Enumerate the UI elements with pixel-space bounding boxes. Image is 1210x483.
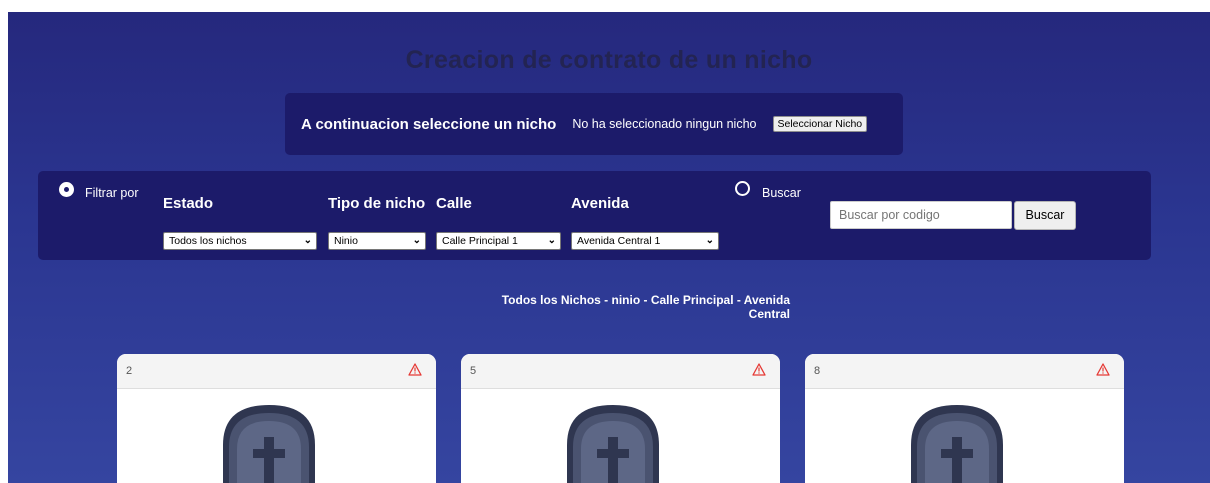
calle-select[interactable]: Calle Principal 1 ⌄ bbox=[436, 232, 561, 250]
calle-select-value: Calle Principal 1 bbox=[442, 235, 518, 247]
nicho-id: 8 bbox=[814, 365, 821, 377]
estado-select[interactable]: Todos los nichos ⌄ bbox=[163, 232, 317, 250]
tombstone-icon bbox=[911, 405, 1003, 483]
avenida-select[interactable]: Avenida Central 1 ⌄ bbox=[571, 232, 719, 250]
avenida-label: Avenida bbox=[571, 195, 629, 212]
search-radio[interactable] bbox=[735, 181, 750, 196]
selection-heading: A continuacion seleccione un nicho bbox=[301, 115, 557, 133]
tipo-nicho-label: Tipo de nicho bbox=[328, 195, 426, 212]
warning-icon bbox=[752, 363, 766, 376]
results-caption: Todos los Nichos - ninio - Calle Princip… bbox=[480, 293, 790, 321]
page-background: Creacion de contrato de un nicho A conti… bbox=[8, 12, 1210, 483]
selection-status: No ha seleccionado ningun nicho bbox=[572, 117, 757, 131]
warning-icon bbox=[408, 363, 422, 376]
card-header: 2 bbox=[117, 354, 436, 389]
tipo-nicho-select-value: Ninio bbox=[334, 235, 358, 247]
nicho-card[interactable]: 5 bbox=[461, 354, 780, 483]
filter-radio-label: Filtrar por bbox=[85, 186, 139, 200]
card-header: 8 bbox=[805, 354, 1124, 389]
estado-label: Estado bbox=[163, 195, 214, 212]
calle-label: Calle bbox=[436, 195, 472, 212]
search-button[interactable]: Buscar bbox=[1014, 201, 1076, 230]
chevron-down-icon: ⌄ bbox=[547, 235, 556, 246]
card-header: 5 bbox=[461, 354, 780, 389]
filter-panel: Filtrar por Estado Tipo de nicho Calle A… bbox=[38, 171, 1151, 260]
tipo-nicho-select[interactable]: Ninio ⌄ bbox=[328, 232, 426, 250]
results-caption-line: Central bbox=[748, 307, 790, 321]
filter-radio[interactable] bbox=[59, 182, 74, 197]
search-radio-label: Buscar bbox=[762, 186, 801, 200]
results-caption-line: Todos los Nichos - ninio - Calle Princip… bbox=[501, 293, 790, 307]
nicho-card[interactable]: 2 bbox=[117, 354, 436, 483]
search-input[interactable]: Buscar por codigo bbox=[830, 201, 1012, 229]
chevron-down-icon: ⌄ bbox=[705, 235, 714, 246]
nicho-selection-panel: A continuacion seleccione un nicho No ha… bbox=[285, 93, 903, 155]
page-title: Creacion de contrato de un nicho bbox=[405, 46, 813, 74]
tombstone-icon bbox=[567, 405, 659, 483]
chevron-down-icon: ⌄ bbox=[412, 235, 421, 246]
tombstone-icon bbox=[223, 405, 315, 483]
estado-select-value: Todos los nichos bbox=[169, 235, 247, 247]
chevron-down-icon: ⌄ bbox=[303, 235, 312, 246]
nicho-id: 5 bbox=[470, 365, 477, 377]
warning-icon bbox=[1096, 363, 1110, 376]
nicho-id: 2 bbox=[126, 365, 133, 377]
nicho-card[interactable]: 8 bbox=[805, 354, 1124, 483]
select-nicho-button[interactable]: Seleccionar Nicho bbox=[772, 116, 868, 132]
avenida-select-value: Avenida Central 1 bbox=[577, 235, 661, 247]
